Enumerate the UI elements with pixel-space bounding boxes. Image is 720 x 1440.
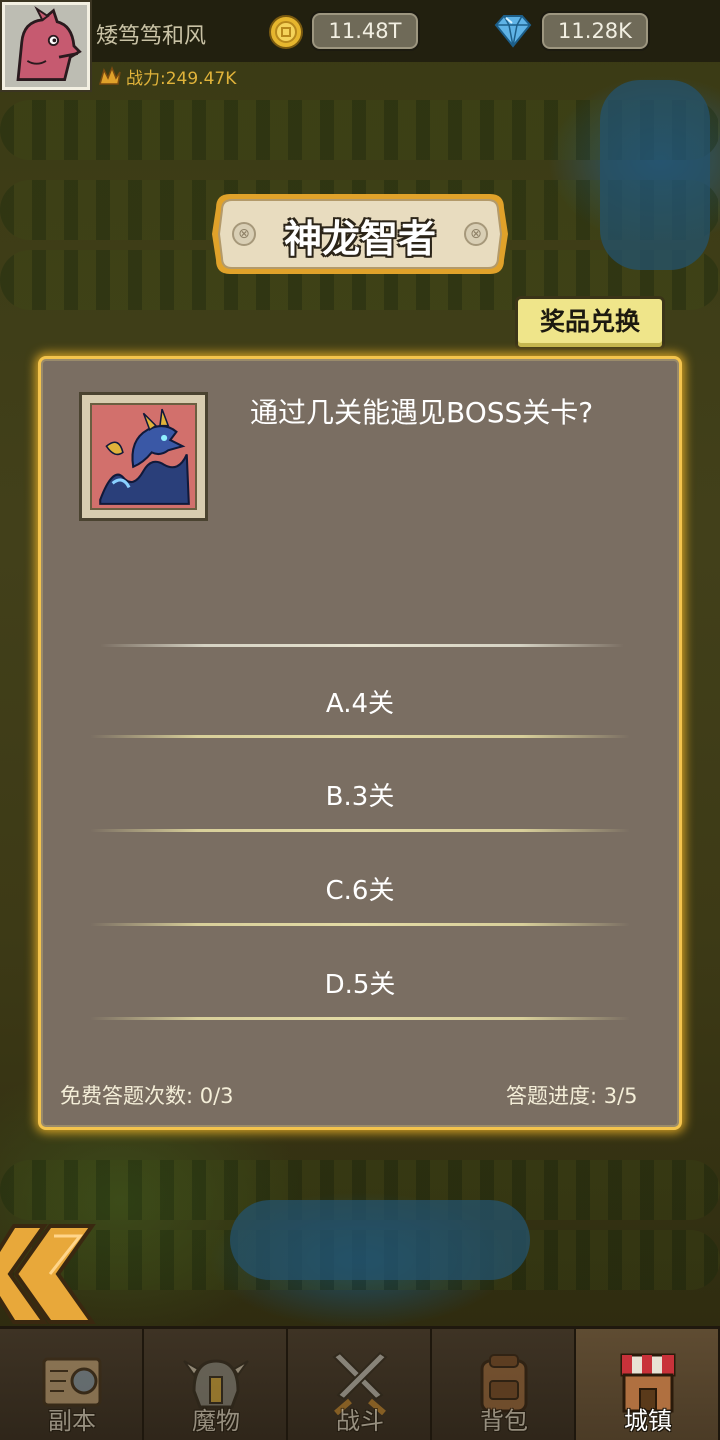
player-name: 矮笃笃和风 bbox=[96, 24, 207, 49]
blue-dragon-icon bbox=[92, 405, 195, 508]
prize-exchange-button[interactable]: 奖品兑换 bbox=[515, 296, 665, 350]
page-title: 神龙智者 bbox=[283, 217, 436, 261]
option-divider bbox=[90, 829, 630, 832]
answer-option-b[interactable]: B.3关 bbox=[100, 757, 620, 837]
diamond-gem-icon bbox=[494, 15, 532, 48]
answer-option-d[interactable]: D.5关 bbox=[100, 945, 620, 1025]
combat-power-value: 战力:249.47K bbox=[126, 69, 237, 89]
nav-tab-town[interactable]: 城镇 bbox=[576, 1329, 720, 1440]
back-arrow-icon[interactable] bbox=[0, 1222, 96, 1326]
nav-tab-battle[interactable]: 战斗 bbox=[288, 1329, 432, 1440]
free-attempts-counter: 免费答题次数: 0/3 bbox=[60, 1084, 234, 1108]
answer-option-a[interactable]: A.4关 bbox=[100, 664, 620, 744]
player-avatar[interactable] bbox=[2, 2, 90, 90]
sage-portrait bbox=[79, 392, 208, 521]
option-divider bbox=[90, 735, 630, 738]
answer-option-c[interactable]: C.6关 bbox=[100, 851, 620, 931]
nav-label: 战斗 bbox=[336, 1407, 384, 1435]
quiz-progress: 答题进度: 3/5 bbox=[506, 1084, 638, 1108]
option-divider bbox=[90, 1017, 630, 1020]
title-banner: ⊗ ⊗ 神龙智者 bbox=[208, 190, 512, 278]
nav-tab-dungeon[interactable]: 副本 bbox=[0, 1329, 144, 1440]
gem-amount[interactable]: 11.28K bbox=[540, 11, 650, 51]
gold-coin-icon bbox=[269, 15, 303, 49]
nav-tab-bag[interactable]: 背包 bbox=[432, 1329, 576, 1440]
nav-tab-monster[interactable]: 魔物 bbox=[144, 1329, 288, 1440]
nav-label: 魔物 bbox=[192, 1407, 240, 1435]
dragon-avatar-icon bbox=[5, 5, 87, 87]
option-divider bbox=[90, 923, 630, 926]
nav-label: 背包 bbox=[480, 1407, 528, 1435]
combat-power-icon bbox=[99, 66, 121, 85]
nav-label: 城镇 bbox=[624, 1407, 672, 1435]
bottom-navigation: 副本 魔物 战斗 背包 城镇 bbox=[0, 1326, 720, 1440]
quiz-question: 通过几关能遇见BOSS关卡? bbox=[250, 396, 594, 429]
gold-amount[interactable]: 11.48T bbox=[310, 11, 420, 51]
question-divider bbox=[100, 644, 624, 647]
top-status-bar: 矮笃笃和风 战力:249.47K 11.48T 11.28K bbox=[0, 0, 720, 92]
nav-label: 副本 bbox=[48, 1407, 96, 1435]
